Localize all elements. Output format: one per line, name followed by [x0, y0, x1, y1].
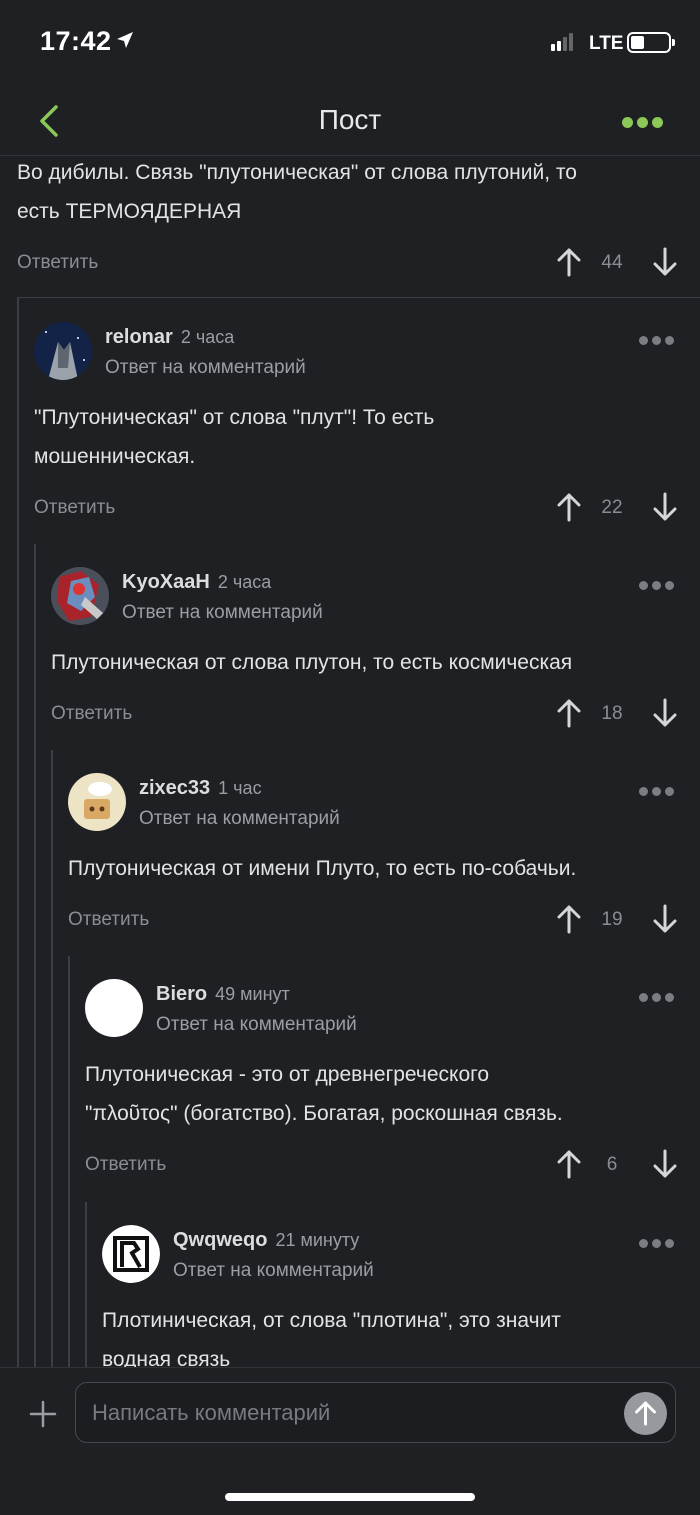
time-ago: 1 час: [218, 778, 262, 798]
comment: Qwqweqo 21 минуту Ответ на комментарий: [102, 1225, 700, 1305]
comment-text: водная связь: [102, 1348, 231, 1367]
comment-menu-icon[interactable]: [639, 783, 678, 801]
upvote-arrow-icon[interactable]: [557, 904, 581, 934]
thread-line: [34, 544, 36, 1367]
comment-input-field[interactable]: [75, 1382, 676, 1443]
time-ago: 2 часа: [180, 327, 235, 347]
username[interactable]: Qwqweqo 21 минуту: [173, 1229, 359, 1252]
time-ago: 2 часа: [217, 572, 272, 592]
comments-thread: Во дибилы. Связь "плутоническая" от слов…: [0, 157, 700, 1367]
reply-button[interactable]: Ответить: [51, 703, 132, 725]
vote-count: 19: [601, 909, 623, 930]
vote-control: 6: [557, 1149, 677, 1181]
comment-text: Плутоническая от слова плутон, то есть к…: [51, 651, 573, 674]
vote-count: 44: [601, 252, 623, 273]
comment: zixec33 1 час Ответ на комментарий: [68, 773, 700, 853]
thread-line: [51, 750, 53, 1367]
more-options-icon[interactable]: [622, 115, 667, 133]
navigation-bar: Пост: [0, 86, 700, 156]
thread-line: [17, 297, 19, 1367]
vote-control: 19: [557, 904, 677, 936]
thread-divider: [17, 297, 700, 298]
comment-text: Плутоническая от имени Плуто, то есть по…: [68, 857, 577, 880]
reply-to-link[interactable]: Ответ на комментарий: [122, 602, 323, 624]
comment-text: Во дибилы. Связь "плутоническая" от слов…: [17, 161, 577, 184]
vote-count: 18: [601, 703, 623, 724]
comment-text: "Плутоническая" от слова "плут"! То есть: [34, 406, 435, 429]
home-indicator: [225, 1493, 475, 1501]
composer-divider: [0, 1367, 700, 1368]
thread-line: [85, 1202, 87, 1367]
send-arrow-icon: [635, 1401, 656, 1426]
time-ago: 49 минут: [215, 984, 290, 1004]
reply-button[interactable]: Ответить: [85, 1154, 166, 1176]
upvote-arrow-icon[interactable]: [557, 492, 581, 522]
reply-to-link[interactable]: Ответ на комментарий: [139, 808, 340, 830]
username[interactable]: Biero 49 минут: [156, 983, 290, 1006]
reply-to-link[interactable]: Ответ на комментарий: [156, 1014, 357, 1036]
vote-control: 18: [557, 698, 677, 730]
username[interactable]: relonar 2 часа: [105, 326, 234, 349]
reply-to-link[interactable]: Ответ на комментарий: [173, 1260, 374, 1282]
avatar[interactable]: [85, 979, 143, 1037]
vote-control: 44: [557, 247, 677, 279]
attach-plus-icon[interactable]: [29, 1400, 57, 1428]
downvote-arrow-icon[interactable]: [653, 492, 677, 522]
thread-line: [68, 956, 70, 1367]
reply-button[interactable]: Ответить: [68, 909, 149, 931]
time-ago: 21 минуту: [275, 1230, 360, 1250]
avatar[interactable]: [102, 1225, 160, 1283]
upvote-arrow-icon[interactable]: [557, 698, 581, 728]
vote-control: 22: [557, 492, 677, 524]
send-button[interactable]: [624, 1392, 667, 1435]
comment-text: "πλοῦτος" (богатство). Богатая, роскошна…: [85, 1102, 563, 1125]
comment-text: мошенническая.: [34, 445, 196, 468]
status-time: 17:42: [40, 26, 112, 56]
comment-menu-icon[interactable]: [639, 577, 678, 595]
comment-menu-icon[interactable]: [639, 989, 678, 1007]
reply-to-link[interactable]: Ответ на комментарий: [105, 357, 306, 379]
status-bar: 17:42 LTE: [0, 0, 700, 86]
battery-icon: [627, 32, 675, 53]
upvote-arrow-icon[interactable]: [557, 1149, 581, 1179]
network-type: LTE: [589, 33, 624, 54]
page-title: Пост: [318, 104, 382, 135]
reply-button[interactable]: Ответить: [34, 497, 115, 519]
vote-count: 6: [606, 1154, 618, 1175]
vote-count: 22: [601, 497, 623, 518]
avatar[interactable]: [51, 567, 109, 625]
comment-menu-icon[interactable]: [639, 1235, 678, 1253]
username[interactable]: zixec33 1 час: [139, 777, 262, 800]
reply-button[interactable]: Ответить: [17, 252, 98, 274]
username[interactable]: KyoXaaH 2 часа: [122, 571, 271, 594]
comment-text: Плотиническая, от слова "плотина", это з…: [102, 1309, 561, 1332]
comment: KyoXaaH 2 часа Ответ на комментарий: [51, 567, 700, 647]
comment: Biero 49 минут Ответ на комментарий: [85, 979, 700, 1059]
comment-menu-icon[interactable]: [639, 332, 678, 350]
upvote-arrow-icon[interactable]: [557, 247, 581, 277]
downvote-arrow-icon[interactable]: [653, 698, 677, 728]
downvote-arrow-icon[interactable]: [653, 1149, 677, 1179]
comment-text: есть ТЕРМОЯДЕРНАЯ: [17, 200, 242, 223]
avatar[interactable]: [68, 773, 126, 831]
downvote-arrow-icon[interactable]: [653, 904, 677, 934]
comment-input[interactable]: [92, 1393, 612, 1433]
comment-text: Плутоническая - это от древнегреческого: [85, 1063, 490, 1086]
downvote-arrow-icon[interactable]: [653, 247, 677, 277]
location-arrow-icon: [117, 32, 133, 48]
avatar[interactable]: [34, 322, 92, 380]
